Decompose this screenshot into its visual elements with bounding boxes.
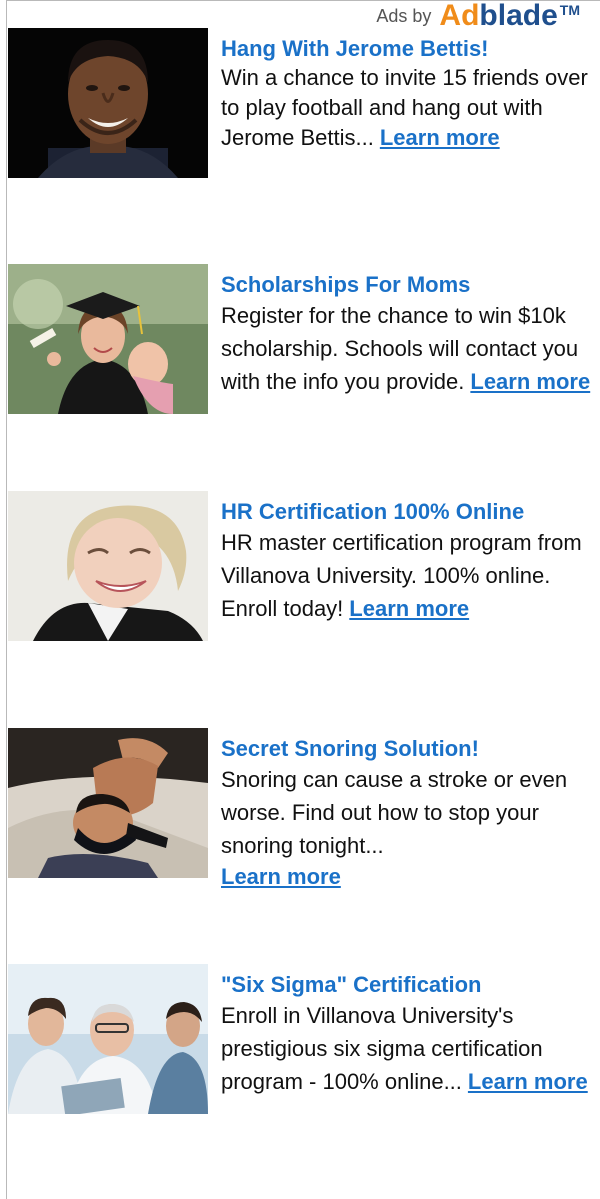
adblade-logo[interactable]: Ad blade TM [439,0,580,32]
man-portrait-image[interactable] [8,28,208,178]
learn-more-link[interactable]: Learn more [349,596,469,621]
ad-title-link[interactable]: HR Certification 100% Online [221,499,598,525]
ad-title-link[interactable]: "Six Sigma" Certification [221,972,598,998]
doctors-group-image[interactable] [8,964,208,1114]
ad-text: HR Certification 100% Online HR master c… [221,499,598,625]
learn-more-link[interactable]: Learn more [468,1069,588,1094]
ad-description: Snoring can cause a stroke or even worse… [221,767,568,858]
ads-by-label: Ads by [376,5,432,26]
adblade-logo-blade: blade [479,0,558,32]
ad-title-link[interactable]: Secret Snoring Solution! [221,736,598,762]
learn-more-link[interactable]: Learn more [470,369,590,394]
ad-title-link[interactable]: Scholarships For Moms [221,272,598,298]
ad-text: Secret Snoring Solution! Snoring can cau… [221,736,598,892]
ad-text: "Six Sigma" Certification Enroll in Vill… [221,972,598,1098]
adblade-logo-tm: TM [559,2,580,18]
ads-by-adblade[interactable]: Ads by Ad blade TM [376,0,580,32]
ad-text: Hang With Jerome Bettis! Win a chance to… [221,36,598,153]
learn-more-link[interactable]: Learn more [380,125,500,150]
adblade-logo-ad: Ad [439,0,480,32]
man-with-chin-strap-image[interactable] [8,728,208,878]
learn-more-link[interactable]: Learn more [221,864,341,889]
ad-title-link[interactable]: Hang With Jerome Bettis! [221,36,598,62]
graduate-mom-with-baby-image[interactable] [8,264,208,414]
smiling-woman-image[interactable] [8,491,208,641]
ad-text: Scholarships For Moms Register for the c… [221,272,598,398]
